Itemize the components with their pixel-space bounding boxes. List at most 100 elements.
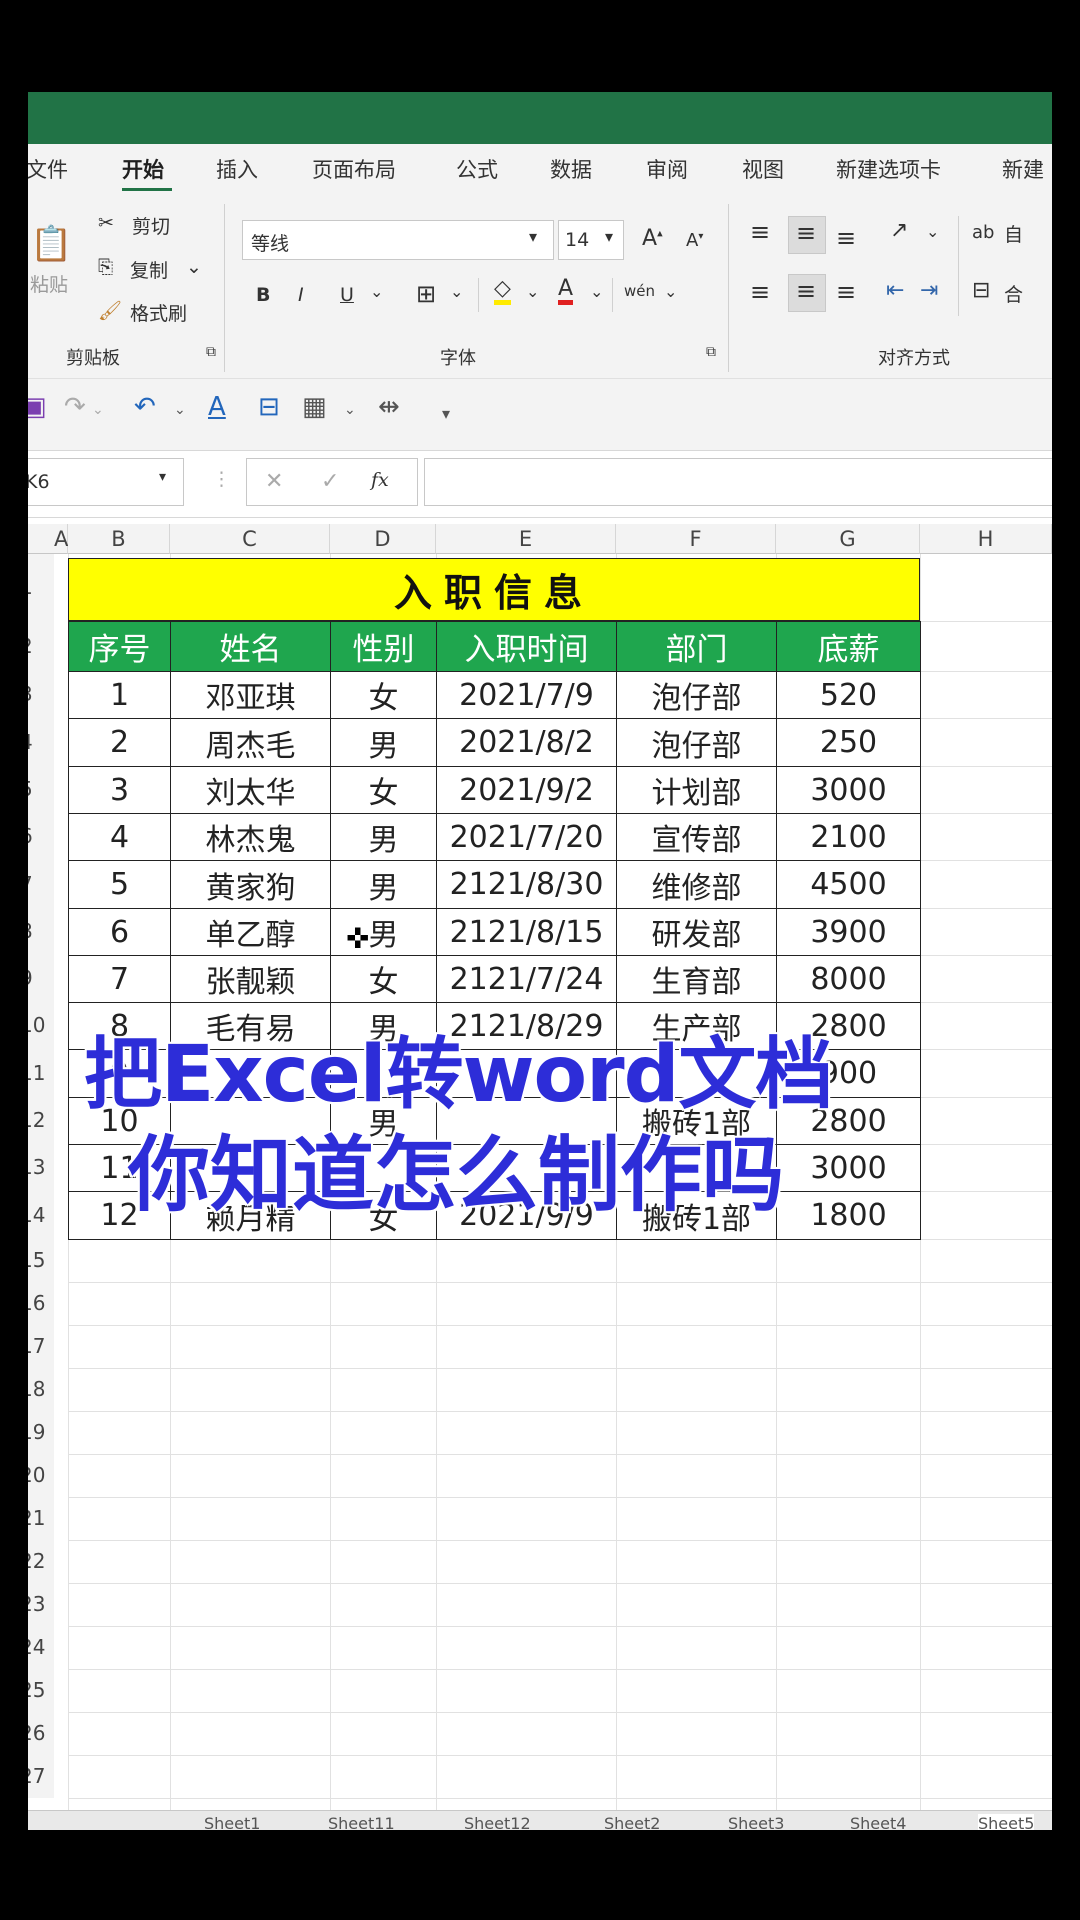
font-color-icon[interactable]: A	[558, 278, 574, 305]
table-cell[interactable]: 周杰毛	[170, 718, 331, 767]
table-cell[interactable]: 1800	[776, 1191, 921, 1240]
table-cell[interactable]: 维修部	[616, 860, 777, 909]
table-header-cell[interactable]: 底薪	[776, 621, 921, 672]
row-header[interactable]: 21	[28, 1497, 54, 1540]
phonetic-guide-button[interactable]: wén	[624, 282, 655, 300]
table-cell[interactable]: 2121/8/15	[436, 908, 617, 956]
bold-button[interactable]: B	[256, 284, 270, 306]
sheet-tab[interactable]: Sheet1	[204, 1814, 260, 1830]
table-cell[interactable]: 研发部	[616, 908, 777, 956]
row-header[interactable]: 13	[28, 1144, 54, 1191]
table-cell[interactable]: 7	[68, 955, 171, 1003]
table-cell[interactable]: 生育部	[616, 955, 777, 1003]
row-header[interactable]: 18	[28, 1368, 54, 1411]
table-cell[interactable]: 男	[330, 813, 437, 861]
row-header[interactable]: 23	[28, 1583, 54, 1626]
table-header-cell[interactable]: 部门	[616, 621, 777, 672]
table-header-cell[interactable]: 入职时间	[436, 621, 617, 672]
table-cell[interactable]: 男	[330, 718, 437, 767]
table-cell[interactable]: 1	[68, 671, 171, 719]
align-bottom-icon[interactable]: ≡	[836, 224, 856, 252]
save-icon[interactable]: ▣	[28, 392, 47, 422]
grow-font-icon[interactable]: A▴	[642, 226, 663, 251]
sheet-tab-active[interactable]: Sheet5	[978, 1814, 1035, 1830]
align-center-button[interactable]: ≡	[788, 274, 826, 312]
wrap-text-icon[interactable]: ab	[972, 222, 994, 243]
sheet-tab[interactable]: Sheet11	[328, 1814, 395, 1830]
row-header[interactable]: 2	[28, 621, 54, 671]
tab-new-tab[interactable]: 新建选项卡	[836, 154, 941, 184]
tab-new-tab-2[interactable]: 新建	[1002, 154, 1044, 184]
align-left-icon[interactable]: ≡	[750, 278, 770, 306]
shrink-font-icon[interactable]: A▾	[686, 230, 703, 251]
paste-icon[interactable]: 📋	[30, 224, 72, 264]
row-header[interactable]: 9	[28, 955, 54, 1002]
font-name-select[interactable]: 等线 ▾	[242, 220, 554, 260]
sheet-tab[interactable]: Sheet3	[728, 1814, 784, 1830]
row-header[interactable]: 27	[28, 1755, 54, 1798]
italic-button[interactable]: I	[298, 284, 304, 306]
orientation-icon[interactable]: ↗	[890, 218, 908, 243]
enter-icon[interactable]: ✓	[321, 469, 339, 494]
redo-icon[interactable]: ↷	[64, 392, 86, 422]
undo-icon[interactable]: ↶	[134, 392, 156, 422]
table-cell[interactable]: 2121/7/24	[436, 955, 617, 1003]
table-cell[interactable]: 2	[68, 718, 171, 767]
row-header[interactable]: 6	[28, 813, 54, 860]
table-cell[interactable]: 计划部	[616, 766, 777, 814]
column-header-e[interactable]: E	[436, 524, 616, 554]
clipboard-launcher-icon[interactable]: ⧉	[206, 344, 216, 360]
table-cell[interactable]: 宣传部	[616, 813, 777, 861]
column-header-h[interactable]: H	[920, 524, 1052, 554]
font-color-quick-icon[interactable]: A	[208, 392, 226, 422]
row-header[interactable]: 17	[28, 1325, 54, 1368]
sheet-tab[interactable]: Sheet2	[604, 1814, 660, 1830]
copy-icon[interactable]: ⎘	[98, 256, 113, 278]
table-header-cell[interactable]: 序号	[68, 621, 171, 672]
table-cell[interactable]: 2021/7/9	[436, 671, 617, 719]
column-header-c[interactable]: C	[170, 524, 330, 554]
copy-dropdown-icon[interactable]: ⌄	[186, 256, 202, 278]
tab-review[interactable]: 审阅	[646, 154, 688, 184]
tab-page-layout[interactable]: 页面布局	[312, 154, 396, 184]
format-painter-button[interactable]: 格式刷	[130, 299, 187, 326]
column-header-f[interactable]: F	[616, 524, 776, 554]
row-header[interactable]: 1	[28, 554, 54, 621]
column-width-icon[interactable]: ⇹	[378, 392, 400, 422]
name-box[interactable]: K6 ▾	[28, 458, 184, 506]
row-header[interactable]: 26	[28, 1712, 54, 1755]
fill-color-dropdown-icon[interactable]: ⌄	[526, 282, 539, 301]
sheet-tab[interactable]: Sheet4	[850, 1814, 906, 1830]
row-header[interactable]: 12	[28, 1097, 54, 1144]
row-header[interactable]: 19	[28, 1411, 54, 1454]
merge-center-button[interactable]: 合	[1004, 280, 1023, 307]
table-cell[interactable]: 2100	[776, 813, 921, 861]
align-right-icon[interactable]: ≡	[836, 278, 856, 306]
table-cell[interactable]: 3900	[776, 908, 921, 956]
column-header-a[interactable]: A	[54, 524, 68, 554]
row-header[interactable]: 24	[28, 1626, 54, 1669]
tab-data[interactable]: 数据	[550, 154, 592, 184]
copy-button[interactable]: 复制	[130, 256, 168, 283]
table-cell[interactable]: 泡仔部	[616, 671, 777, 719]
undo-dropdown-icon[interactable]: ⌄	[174, 402, 186, 418]
table-cell[interactable]: 刘太华	[170, 766, 331, 814]
tab-home[interactable]: 开始	[122, 154, 164, 184]
align-middle-button[interactable]: ≡	[788, 216, 826, 254]
table-cell[interactable]: 4	[68, 813, 171, 861]
format-dropdown-icon[interactable]: ⌄	[344, 402, 356, 418]
table-header-cell[interactable]: 姓名	[170, 621, 331, 672]
tab-formulas[interactable]: 公式	[456, 154, 498, 184]
insert-function-icon[interactable]: fx	[371, 469, 389, 491]
row-header[interactable]: 11	[28, 1049, 54, 1097]
row-header[interactable]: 25	[28, 1669, 54, 1712]
table-cell[interactable]: 女	[330, 671, 437, 719]
font-color-dropdown-icon[interactable]: ⌄	[590, 282, 603, 301]
tab-insert[interactable]: 插入	[216, 154, 258, 184]
table-cell[interactable]: 2021/7/20	[436, 813, 617, 861]
cut-button[interactable]: 剪切	[132, 212, 170, 239]
sheet-tab[interactable]: Sheet12	[464, 1814, 531, 1830]
paste-button[interactable]: 粘贴	[30, 270, 68, 297]
cancel-icon[interactable]: ✕	[265, 469, 283, 494]
table-cell[interactable]: 8000	[776, 955, 921, 1003]
